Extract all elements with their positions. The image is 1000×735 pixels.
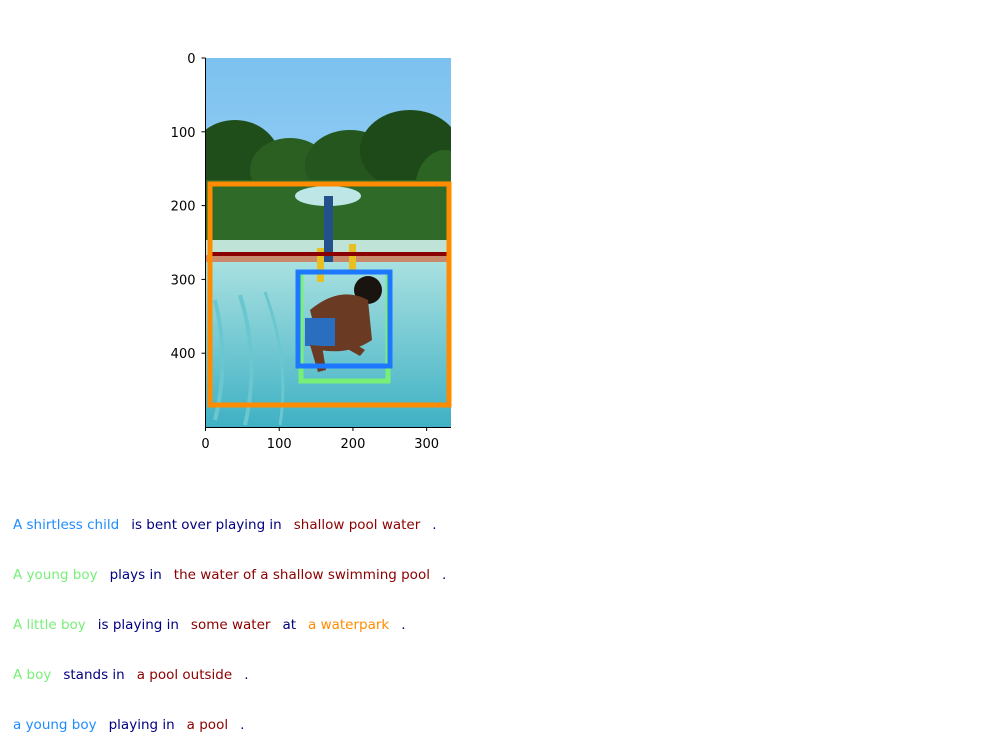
caption-segment: some water <box>190 617 271 633</box>
caption-segment: A little boy <box>13 617 86 633</box>
caption-segment: stands in <box>63 667 125 683</box>
caption-segment: a waterpark <box>308 617 390 633</box>
caption-segment: is playing in <box>97 617 179 633</box>
caption-segment: A young boy <box>13 567 98 583</box>
y-tick-label: 300 <box>171 273 196 288</box>
caption-line: A young boy plays in the water of a shallo… <box>13 565 446 585</box>
caption-segment: . <box>432 517 437 533</box>
annotated-figure: 0 100 200 300 400 0 100 200 300 <box>171 52 452 452</box>
x-tick-label: 200 <box>341 437 366 452</box>
x-tick-label: 300 <box>414 437 439 452</box>
caption-segment: . <box>441 567 447 583</box>
caption-segment: . <box>244 667 249 683</box>
caption-segment: A shirtless child <box>13 517 120 533</box>
y-tick-label: 0 <box>187 52 195 67</box>
caption-line: a young boy playing in a pool. <box>13 715 244 735</box>
y-axis-ticks: 0 100 200 300 400 <box>171 52 206 362</box>
caption-segment: playing in <box>108 717 175 733</box>
y-tick-label: 100 <box>171 126 196 141</box>
caption-segment: . <box>240 717 245 733</box>
caption-line: A little boy is playing in some water at a w… <box>13 615 406 635</box>
caption-segment: is bent over playing in <box>131 517 282 533</box>
y-tick-label: 400 <box>171 347 196 362</box>
caption-segment: plays in <box>109 567 162 583</box>
photo <box>206 58 451 427</box>
caption-line: A boy stands in a pool outside. <box>13 665 248 685</box>
caption-segment: a pool outside <box>136 667 233 683</box>
caption-segment: a young boy <box>13 717 97 733</box>
caption-segment: A boy <box>13 667 52 683</box>
x-tick-label: 0 <box>201 437 209 452</box>
caption-segment: at <box>282 617 297 633</box>
y-tick-label: 200 <box>171 200 196 215</box>
caption-segment: . <box>401 617 406 633</box>
x-tick-label: 100 <box>267 437 292 452</box>
caption-segment: shallow pool water <box>293 517 421 533</box>
x-axis-ticks: 0 100 200 300 <box>201 427 439 452</box>
caption-segment: the water of a shallow swimming pool <box>173 567 430 583</box>
caption-segment: a pool <box>186 717 229 733</box>
caption-line: A shirtless child is bent over playing in… <box>13 515 437 535</box>
